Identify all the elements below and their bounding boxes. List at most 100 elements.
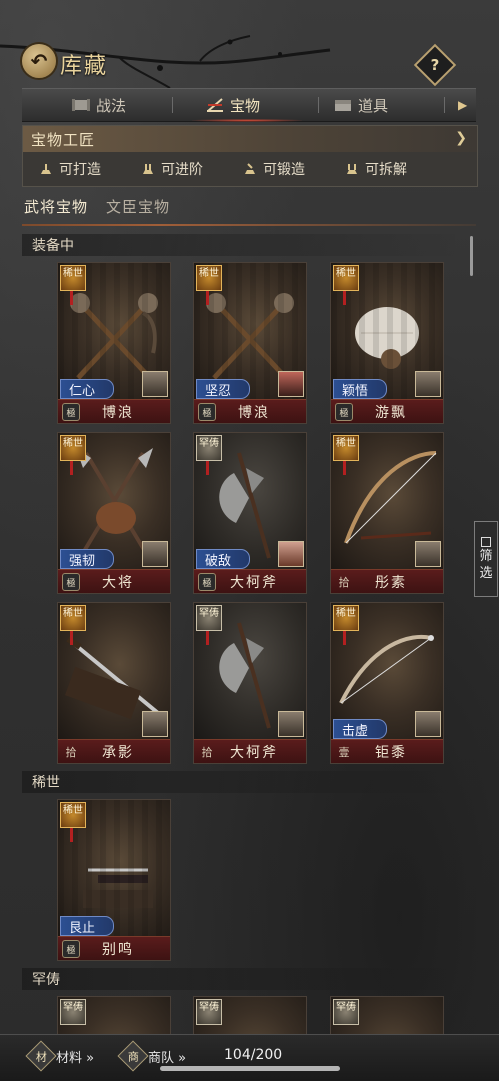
treasure-card[interactable]: 稀世 拾 承影 xyxy=(57,602,171,764)
subtab-general-treasure[interactable]: 武将宝物 xyxy=(24,196,88,217)
scroll-icon xyxy=(72,99,90,111)
treasure-card[interactable]: 稀世 仁心 極 博浪 xyxy=(57,262,171,424)
tab-tactics[interactable]: 战法 xyxy=(72,89,126,121)
tassel xyxy=(343,461,346,475)
treasure-card[interactable]: 稀世 拾 彤素 xyxy=(330,432,444,594)
tab-treasure-label: 宝物 xyxy=(230,96,261,115)
hero-tag: 仁心 xyxy=(60,379,115,399)
section-equipped: 装备中 xyxy=(22,234,462,256)
craftsman-header[interactable]: 宝物工匠 ❯ xyxy=(23,126,477,152)
weapon-rack-icon xyxy=(207,98,223,112)
back-button[interactable]: ↶ xyxy=(22,44,56,78)
craftsman-panel: 宝物工匠 ❯ 可打造 可进阶 可锻造 可拆解 xyxy=(22,125,478,187)
level-badge: 極 xyxy=(198,403,216,421)
anvil-icon xyxy=(245,163,255,174)
caravan-button[interactable]: 商 商队 » xyxy=(117,1040,187,1072)
materials-label: 材料 » xyxy=(56,1050,95,1066)
hero-tag: 艮止 xyxy=(60,916,115,936)
hero-tag: 坚忍 xyxy=(196,379,251,399)
avatar xyxy=(142,541,168,567)
avatar xyxy=(142,371,168,397)
treasure-card[interactable]: 稀世 颖悟 極 游飘 xyxy=(330,262,444,424)
tab-divider xyxy=(172,97,173,113)
avatar xyxy=(415,711,441,737)
tassel xyxy=(206,461,209,475)
filter-label-2: 选 xyxy=(479,566,493,581)
section-scarce: 罕俦 xyxy=(22,968,462,990)
tab-next-arrow-icon[interactable]: ▶ xyxy=(458,89,467,121)
page-title: 库藏 xyxy=(60,54,109,79)
avatar xyxy=(278,541,304,567)
rarity-badge: 罕俦 xyxy=(333,999,359,1025)
chevron-down-icon[interactable]: ❯ xyxy=(455,130,467,146)
category-tabs: 战法 宝物 道具 ▶ xyxy=(22,88,476,122)
rarity-badge: 罕俦 xyxy=(196,435,222,461)
anvil-icon xyxy=(347,164,357,174)
subtab-underline xyxy=(22,224,476,226)
treasure-card[interactable]: 罕俦 拾 大柯斧 xyxy=(193,602,307,764)
treasure-card[interactable]: 罕俦 破敌 極 大柯斧 xyxy=(193,432,307,594)
level-badge: 極 xyxy=(62,573,80,591)
tab-divider xyxy=(318,97,319,113)
tassel xyxy=(70,461,73,475)
back-arrow-icon: ↶ xyxy=(30,49,48,73)
tassel xyxy=(206,631,209,645)
subtab-minister-treasure[interactable]: 文臣宝物 xyxy=(106,196,170,217)
rarity-badge: 稀世 xyxy=(196,265,222,291)
treasure-name: 博浪 xyxy=(102,405,134,421)
tassel xyxy=(70,291,73,305)
treasure-card-partial[interactable]: 罕俦 xyxy=(193,996,307,1036)
level-badge: 極 xyxy=(62,403,80,421)
treasure-card[interactable]: 稀世 强韧 極 大将 xyxy=(57,432,171,594)
home-indicator[interactable] xyxy=(160,1066,340,1071)
scrollbar[interactable] xyxy=(470,236,473,276)
storage-capacity: 104/200 xyxy=(224,1047,283,1063)
craftsman-title: 宝物工匠 xyxy=(31,130,96,149)
level-badge: 極 xyxy=(198,573,216,591)
rarity-badge: 稀世 xyxy=(333,605,359,631)
rarity-badge: 稀世 xyxy=(333,265,359,291)
rarity-badge: 罕俦 xyxy=(60,999,86,1025)
craft-forge-button[interactable]: 可打造 xyxy=(39,159,101,179)
level-badge: 壹 xyxy=(338,746,350,759)
question-icon: ? xyxy=(430,56,440,74)
level-badge: 拾 xyxy=(65,746,77,759)
avatar xyxy=(415,541,441,567)
bottom-bar: 材 材料 » 商 商队 » 104/200 xyxy=(0,1034,499,1081)
treasure-name: 大柯斧 xyxy=(230,575,278,591)
avatar xyxy=(415,371,441,397)
treasure-card[interactable]: 稀世 击虚 壹 钜黍 xyxy=(330,602,444,764)
treasure-name: 别鸣 xyxy=(102,942,134,958)
hero-tag: 强韧 xyxy=(60,549,115,569)
treasure-name: 博浪 xyxy=(238,405,270,421)
treasure-name: 大柯斧 xyxy=(230,745,278,761)
materials-button[interactable]: 材 材料 » xyxy=(25,1040,95,1072)
filter-button[interactable]: 筛 选 xyxy=(474,521,498,597)
hero-tag: 击虚 xyxy=(333,719,388,739)
header: ↶ 库藏 ? xyxy=(0,0,499,90)
caravan-label: 商队 » xyxy=(148,1050,187,1066)
craft-temper-button[interactable]: 可锻造 xyxy=(243,159,305,179)
treasure-name: 大将 xyxy=(102,575,134,591)
hero-tag: 颖悟 xyxy=(333,379,388,399)
craft-dismantle-button[interactable]: 可拆解 xyxy=(345,159,407,179)
craft-advance-button[interactable]: 可进阶 xyxy=(141,159,203,179)
rarity-badge: 稀世 xyxy=(60,605,86,631)
treasure-card-partial[interactable]: 罕俦 xyxy=(57,996,171,1036)
treasure-card[interactable]: 稀世 坚忍 極 博浪 xyxy=(193,262,307,424)
treasure-name: 钜黍 xyxy=(375,745,407,761)
craft-forge-label: 可打造 xyxy=(59,162,101,178)
tassel xyxy=(70,631,73,645)
chest-icon xyxy=(335,100,351,111)
help-button[interactable]: ? xyxy=(413,43,457,87)
grid-icon xyxy=(481,537,491,547)
caravan-icon: 商 xyxy=(117,1040,149,1072)
tassel xyxy=(343,291,346,305)
rarity-badge: 稀世 xyxy=(60,265,86,291)
tab-items[interactable]: 道具 xyxy=(334,89,388,121)
treasure-card-partial[interactable]: 罕俦 xyxy=(330,996,444,1036)
tassel xyxy=(343,631,346,645)
tab-treasure[interactable]: 宝物 xyxy=(206,89,260,121)
treasure-card[interactable]: 稀世 艮止 極 别鸣 xyxy=(57,799,171,961)
rarity-badge: 稀世 xyxy=(333,435,359,461)
